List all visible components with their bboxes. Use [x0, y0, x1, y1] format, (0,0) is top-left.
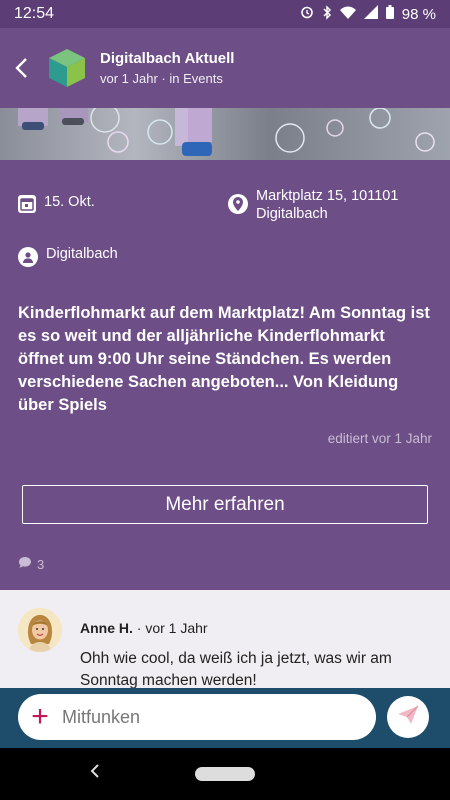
comment-author[interactable]: Anne H.: [80, 620, 133, 636]
battery-icon: [385, 5, 394, 23]
event-date-row: 15. Okt.: [18, 194, 95, 213]
event-description: Kinderflohmarkt auf dem Marktplatz! Am S…: [18, 304, 430, 414]
comment-bubble-icon: [18, 556, 32, 572]
back-arrow-icon[interactable]: [6, 57, 36, 79]
comment-count[interactable]: 3: [18, 556, 44, 572]
plus-icon[interactable]: +: [28, 702, 52, 732]
edited-label: editiert vor 1 Jahr: [327, 431, 432, 446]
comment-time: · vor 1 Jahr: [132, 620, 208, 636]
person-icon: [18, 247, 38, 267]
more-info-button[interactable]: Mehr erfahren: [22, 485, 428, 524]
comment-input[interactable]: + Mitfunken: [18, 694, 376, 740]
app-logo: [46, 47, 88, 89]
wifi-icon: [339, 6, 356, 23]
send-button[interactable]: [387, 696, 429, 738]
status-time: 12:54: [14, 5, 55, 22]
app-title: Digitalbach Aktuell: [100, 50, 235, 67]
send-icon: [397, 705, 419, 730]
battery-percent: 98 %: [401, 5, 436, 23]
avatar[interactable]: [18, 608, 62, 652]
location-pin-icon: [228, 194, 248, 214]
event-location-line1: Marktplatz 15, 101101: [256, 188, 399, 204]
system-nav-bar: [0, 748, 450, 800]
event-organizer-row: Digitalbach: [18, 246, 118, 267]
comment-composer: + Mitfunken: [0, 688, 450, 748]
comment-input-placeholder: Mitfunken: [62, 706, 141, 727]
alarm-icon: [300, 5, 314, 23]
signal-icon: [363, 5, 378, 23]
event-hero-image: [0, 108, 450, 160]
event-location-row[interactable]: Marktplatz 15, 101101 Digitalbach: [228, 187, 398, 223]
system-home-button[interactable]: [195, 767, 255, 781]
system-back-icon[interactable]: [90, 762, 100, 783]
event-organizer: Digitalbach: [46, 246, 118, 262]
comment-header: Anne H. · vor 1 Jahr: [80, 620, 208, 636]
event-date: 15. Okt.: [44, 194, 95, 210]
event-card: 15. Okt. Marktplatz 15, 101101 Digitalba…: [0, 160, 450, 590]
comment-list: Anne H. · vor 1 Jahr Ohh wie cool, da we…: [0, 590, 450, 690]
comment-count-value: 3: [37, 556, 45, 572]
event-location-line2: Digitalbach: [256, 206, 328, 222]
comment-text: Ohh wie cool, da weiß ich ja jetzt, was …: [80, 650, 392, 689]
bluetooth-icon: [322, 4, 332, 24]
app-bar: Digitalbach Aktuell vor 1 Jahr · in Even…: [0, 28, 450, 108]
calendar-icon: [18, 195, 36, 213]
status-bar: 12:54 98 %: [0, 0, 450, 28]
app-subtitle: vor 1 Jahr · in Events: [100, 71, 223, 86]
